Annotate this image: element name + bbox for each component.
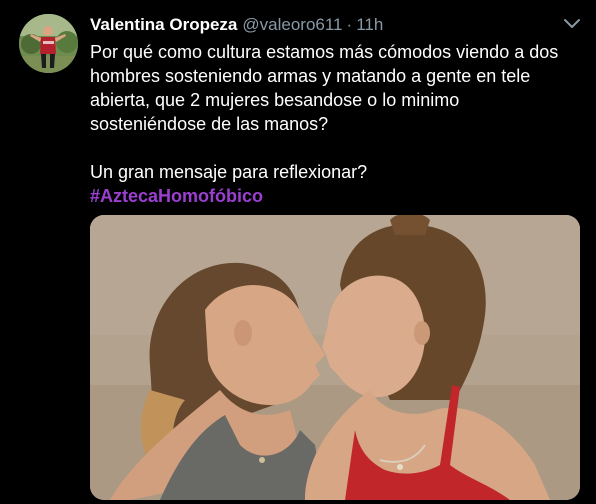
tweet-header: Valentina Oropeza @valeoro611 · 11h [90,14,383,36]
chevron-down-icon[interactable] [562,14,582,34]
tweet-timestamp[interactable]: 11h [356,14,383,36]
tweet-text-line: abierta, que 2 mujeres besandose o lo mi… [90,90,460,110]
tweet-text-line: Por qué como cultura estamos más cómodos… [90,42,559,62]
tweet-text-line: sosteniéndose de las manos? [90,114,329,134]
hashtag-link[interactable]: #AztecaHomofóbico [90,186,263,206]
tweet-media[interactable] [90,215,580,500]
avatar-photo [19,14,78,73]
author-display-name[interactable]: Valentina Oropeza [90,14,237,36]
tweet[interactable]: Valentina Oropeza @valeoro611 · 11h Por … [0,0,596,504]
tweet-text-line: Un gran mensaje para reflexionar? [90,162,368,182]
header-separator: · [346,15,353,34]
tweet-text-line: hombres sosteniendo armas y matando a ge… [90,66,531,86]
tweet-text: Por qué como cultura estamos más cómodos… [90,40,580,208]
tweet-photo [90,215,580,500]
author-avatar[interactable] [19,14,78,73]
author-handle[interactable]: @valeoro611 [242,14,342,36]
